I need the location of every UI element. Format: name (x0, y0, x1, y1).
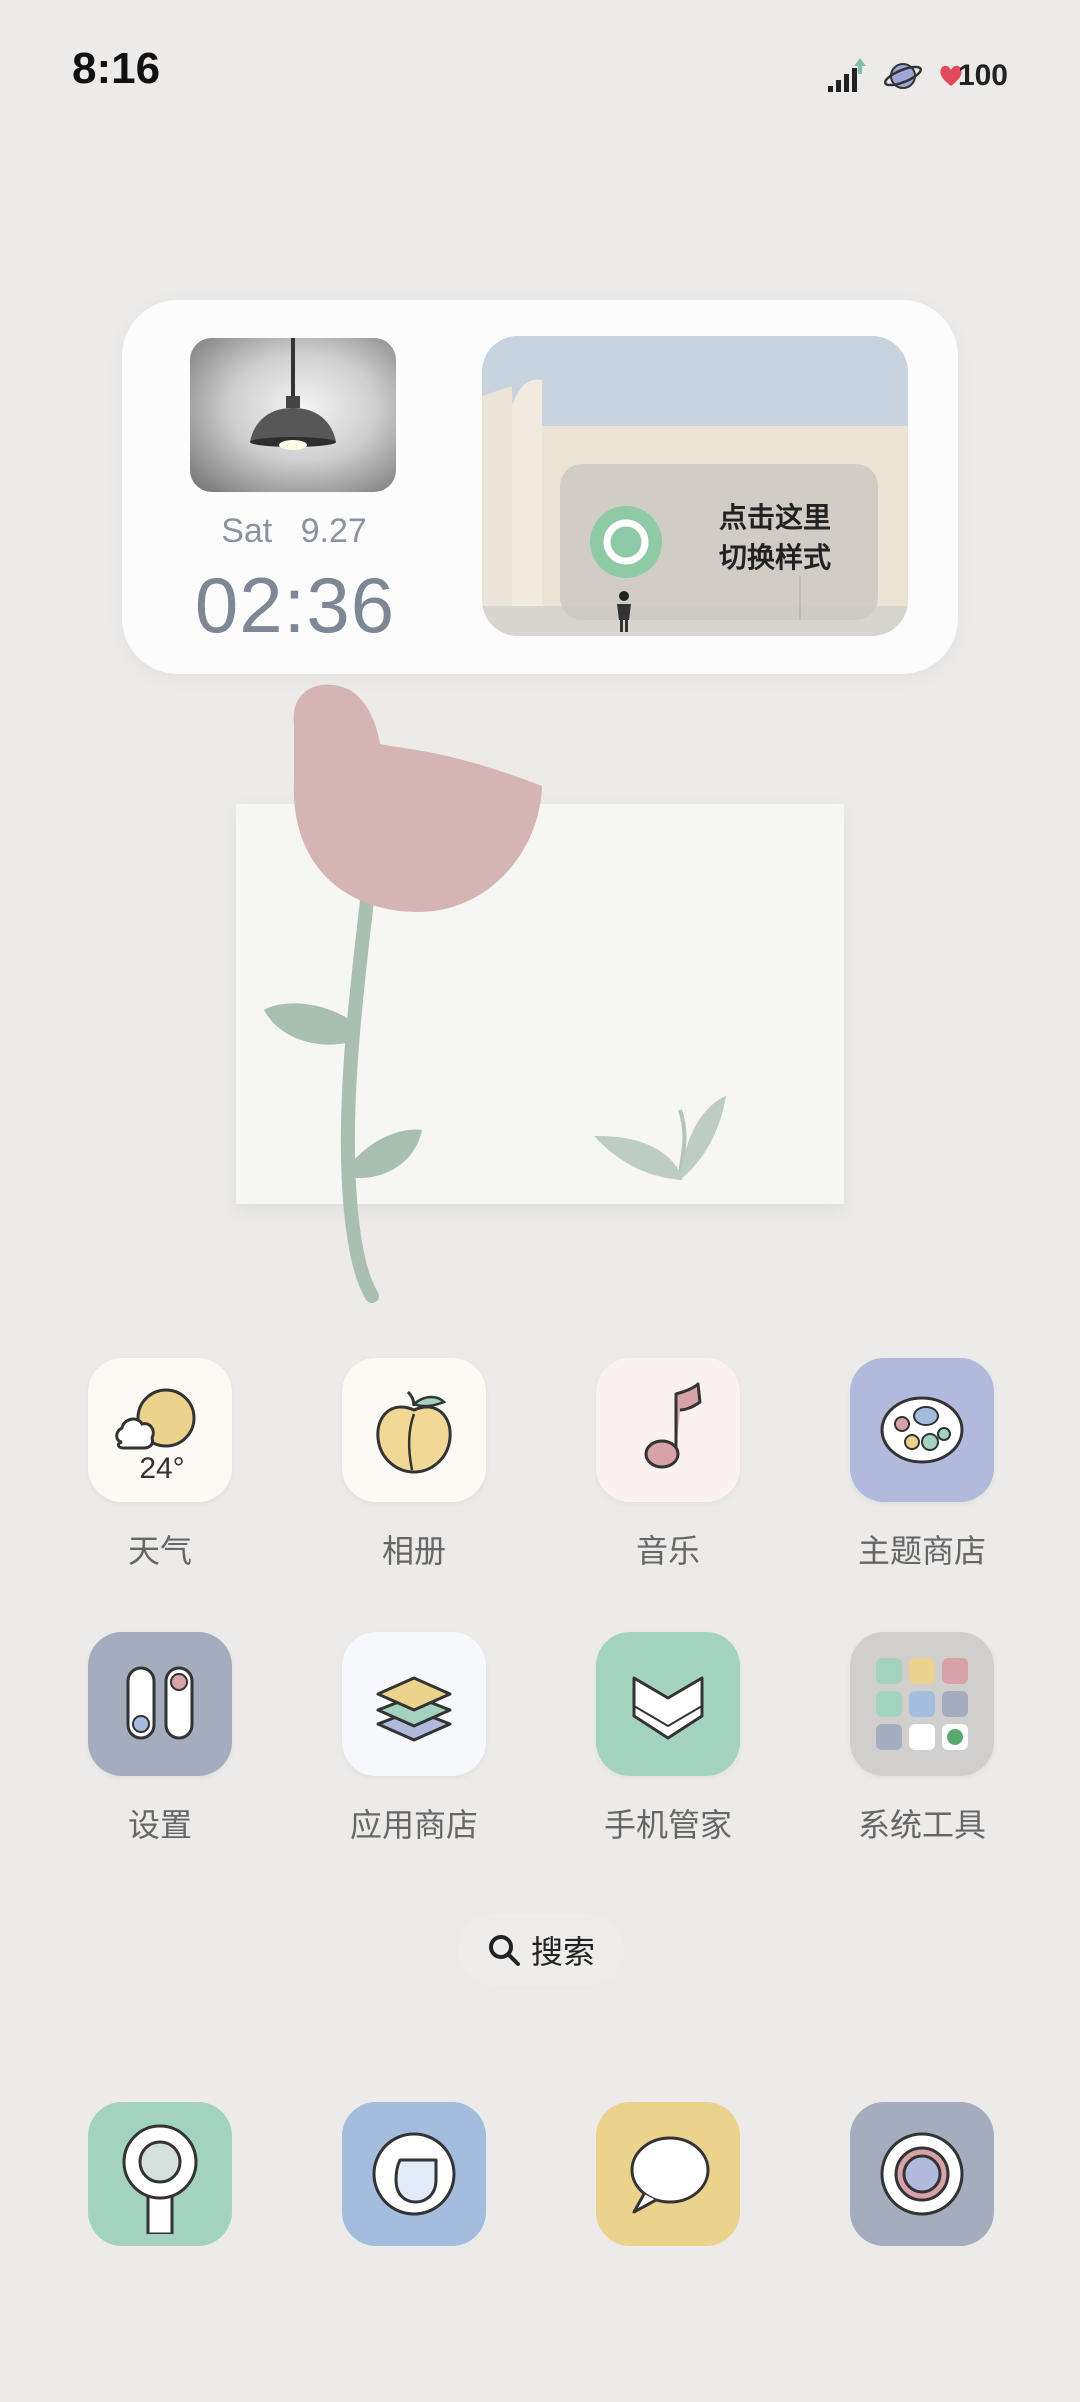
toggle-icon[interactable] (88, 1632, 232, 1776)
music-note-icon[interactable] (596, 1358, 740, 1502)
date-label: 9.27 (300, 512, 367, 550)
status-time: 8:16 (72, 44, 161, 93)
widget-clock: 02:36 (194, 561, 396, 649)
app-label-system-tools: 系统工具 (857, 1806, 986, 1844)
message-icon[interactable] (596, 2102, 740, 2246)
app-theme-store[interactable]: 主题商店 (850, 1358, 994, 1572)
app-system-tools[interactable]: 系统工具 (850, 1632, 994, 1846)
toggle-circle-icon (590, 506, 662, 578)
app-label-app-store: 应用商店 (349, 1806, 478, 1844)
search-label: 搜索 (530, 1933, 595, 1971)
day-label: Sat (221, 512, 273, 550)
app-settings[interactable]: 设置 (88, 1632, 232, 1846)
app-label-gallery: 相册 (381, 1532, 446, 1570)
app-app-store[interactable]: 应用商店 (342, 1632, 486, 1846)
tulip-illustration (264, 684, 726, 1303)
switch-style-line-1: 点击这里 (718, 501, 831, 534)
phone-icon[interactable] (88, 2102, 232, 2246)
shield-icon[interactable] (596, 1632, 740, 1776)
app-phone-manager[interactable]: 手机管家 (596, 1632, 740, 1846)
app-weather[interactable]: 24° 天气 (88, 1358, 232, 1572)
switch-style-text[interactable]: 点击这里 切换样式 (700, 498, 850, 578)
search-button[interactable]: 搜索 (458, 1914, 624, 1986)
search-icon (488, 1935, 520, 1966)
planet-icon (883, 63, 922, 89)
weather-icon[interactable]: 24° (88, 1358, 232, 1502)
folder-grid-icon[interactable] (850, 1632, 994, 1776)
status-icons: 100 (826, 52, 1008, 100)
app-label-settings: 设置 (127, 1806, 192, 1844)
camera-icon[interactable] (850, 2102, 994, 2246)
signal-icon (827, 58, 866, 92)
app-label-weather: 天气 (127, 1532, 192, 1570)
palette-icon[interactable] (850, 1358, 994, 1502)
peach-icon[interactable] (342, 1358, 486, 1502)
weather-temp: 24° (139, 1452, 184, 1485)
browser-icon[interactable] (342, 2102, 486, 2246)
date-row: Sat 9.27 (196, 512, 392, 551)
app-label-theme-store: 主题商店 (857, 1532, 986, 1570)
app-label-phone-manager: 手机管家 (603, 1806, 732, 1844)
switch-style-line-2: 切换样式 (718, 541, 831, 574)
app-label-music: 音乐 (635, 1532, 700, 1570)
battery-level: 100 (957, 59, 1008, 92)
layers-icon[interactable] (342, 1632, 486, 1776)
app-music[interactable]: 音乐 (596, 1358, 740, 1572)
lamp-image (190, 338, 396, 492)
app-gallery[interactable]: 相册 (342, 1358, 486, 1572)
person-figure (617, 591, 631, 632)
